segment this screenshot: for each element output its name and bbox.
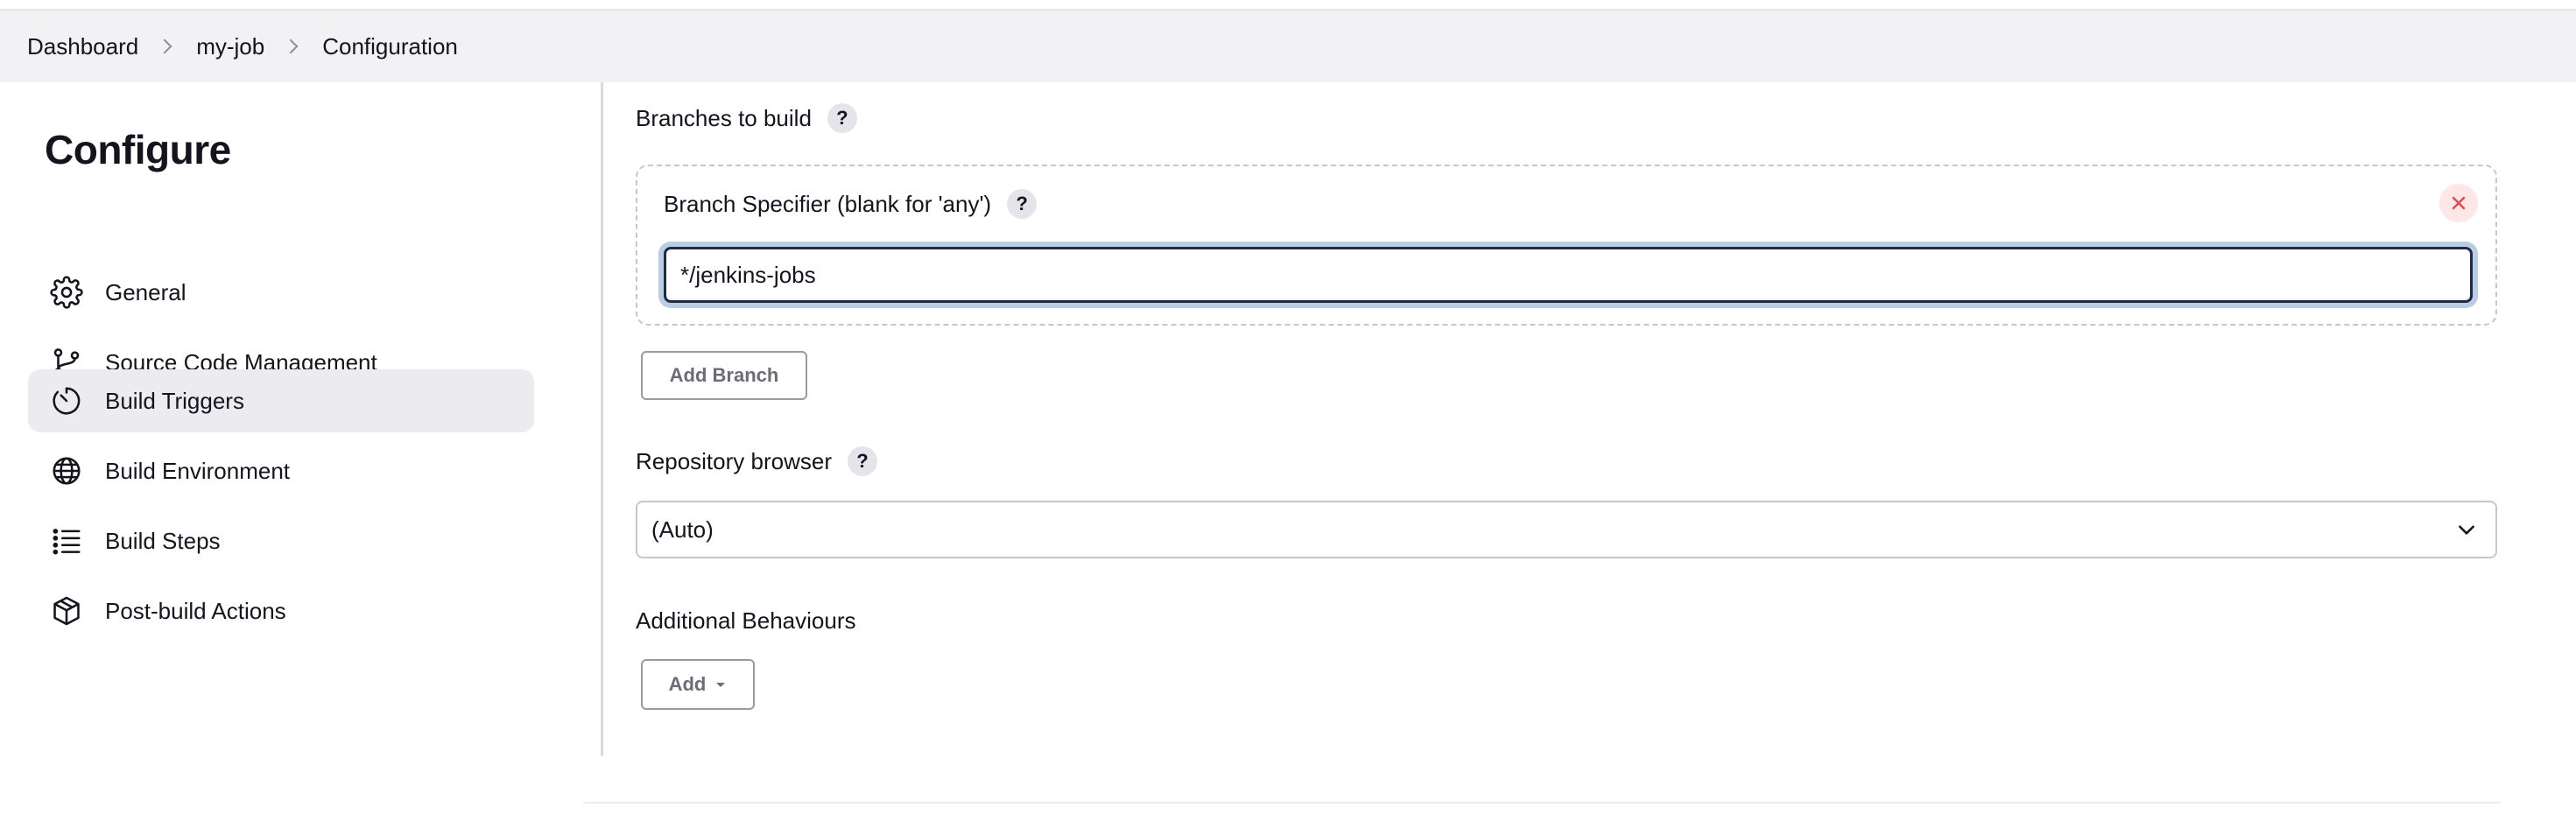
repository-browser-text: Repository browser [636, 447, 832, 474]
globe-icon [49, 453, 84, 488]
chevron-right-icon [283, 39, 299, 54]
breadcrumb-configuration[interactable]: Configuration [322, 33, 458, 60]
sidebar-item-label: Build Environment [105, 457, 290, 484]
add-button-label: Add [668, 673, 707, 695]
chevron-right-icon [157, 39, 172, 54]
add-branch-button[interactable]: Add Branch [641, 351, 807, 400]
sidebar-item-post-build-actions[interactable]: Post-build Actions [28, 579, 534, 642]
breadcrumb-dashboard[interactable]: Dashboard [27, 33, 138, 60]
help-icon[interactable]: ? [847, 446, 877, 476]
close-icon [2452, 196, 2466, 210]
gear-icon [49, 275, 84, 310]
repository-browser-label: Repository browser ? [636, 446, 877, 476]
add-behaviour-button[interactable]: Add [641, 659, 755, 710]
sidebar-item-label: Build Steps [105, 527, 221, 554]
sidebar-item-build-environment[interactable]: Build Environment [28, 439, 534, 502]
breadcrumb: Dashboard my-job Configuration [0, 11, 2576, 82]
page-title: Configure [45, 127, 231, 172]
help-icon[interactable]: ? [1007, 189, 1038, 219]
repository-browser-select[interactable]: (Auto) [636, 501, 2497, 558]
package-icon [49, 593, 84, 628]
sidebar-item-label: General [105, 278, 187, 305]
sidebar: Configure General Source Code Management [0, 82, 602, 756]
help-icon[interactable]: ? [827, 103, 857, 133]
bottom-divider [583, 802, 2501, 803]
sidebar-divider [601, 82, 603, 756]
caret-down-icon [716, 683, 726, 687]
branch-specifier-input[interactable] [664, 247, 2473, 303]
branch-specifier-text: Branch Specifier (blank for 'any') [664, 190, 992, 217]
sidebar-item-general[interactable]: General [28, 261, 534, 324]
sidebar-item-label: Build Triggers [105, 387, 244, 414]
branches-to-build-text: Branches to build [636, 104, 812, 131]
additional-behaviours-label: Additional Behaviours [636, 607, 856, 634]
sidebar-item-label: Post-build Actions [105, 597, 286, 624]
repository-browser-value: (Auto) [651, 516, 714, 543]
branches-to-build-label: Branches to build ? [636, 103, 857, 133]
delete-branch-button[interactable] [2439, 184, 2478, 222]
chevron-down-icon [2459, 525, 2474, 535]
list-icon [49, 523, 84, 558]
timer-icon [49, 383, 84, 418]
sidebar-item-build-steps[interactable]: Build Steps [28, 509, 534, 572]
branch-specifier-group: Branch Specifier (blank for 'any') ? [636, 165, 2497, 326]
sidebar-item-build-triggers[interactable]: Build Triggers [28, 369, 534, 432]
breadcrumb-my-job[interactable]: my-job [196, 33, 264, 60]
main-content: Branches to build ? Branch Specifier (bl… [636, 82, 2501, 782]
top-border [0, 0, 2576, 11]
branch-specifier-label: Branch Specifier (blank for 'any') ? [664, 189, 1038, 219]
